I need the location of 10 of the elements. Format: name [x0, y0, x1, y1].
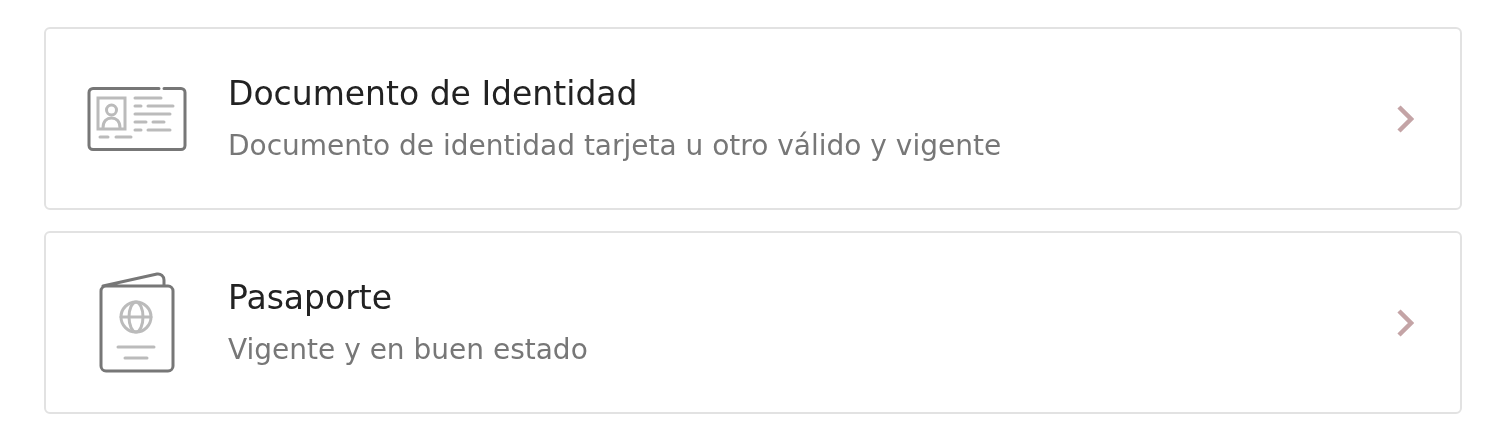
chevron-right-icon — [1396, 103, 1414, 134]
option-description: Documento de identidad tarjeta u otro válido y vigente — [228, 127, 1003, 164]
id-card-icon — [87, 86, 187, 151]
option-title: Documento de Identidad — [228, 73, 639, 114]
option-description: Vigente y en buen estado — [228, 331, 589, 368]
chevron-right-icon — [1396, 307, 1414, 338]
option-card[interactable]: Pasaporte Vigente y en buen estado — [44, 231, 1462, 414]
option-card[interactable]: Documento de Identidad Documento de identidad tarjeta u otro válido y vigente — [44, 27, 1462, 210]
passport-icon — [98, 272, 176, 373]
option-title: Pasaporte — [228, 277, 393, 318]
